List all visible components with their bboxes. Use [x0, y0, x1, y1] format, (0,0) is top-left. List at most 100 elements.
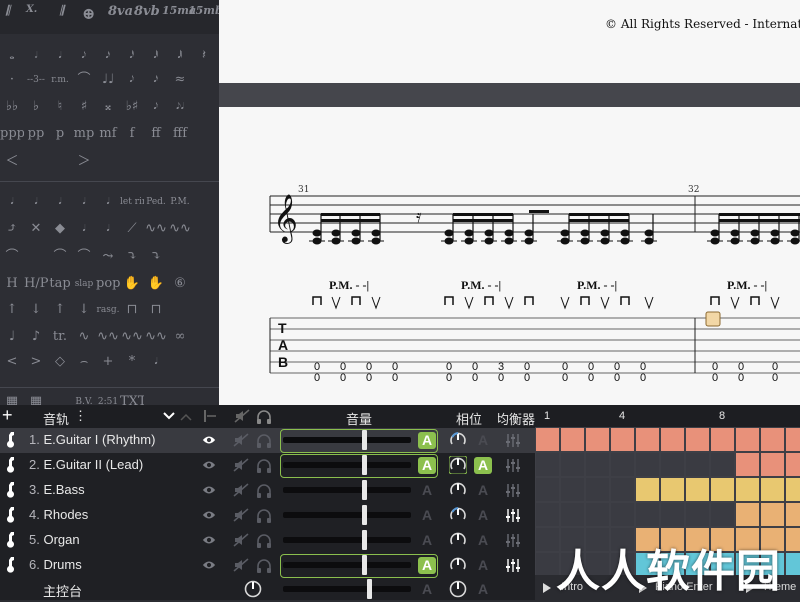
volume-automation-toggle[interactable]: A [418, 507, 436, 524]
track-name[interactable]: 5. Organ [29, 532, 80, 547]
palette-symbol[interactable]: pp [24, 124, 48, 144]
master-automation-toggle[interactable]: A [418, 581, 436, 598]
bar-cell[interactable] [711, 478, 734, 501]
volume-automation-toggle[interactable]: A [418, 557, 436, 574]
palette-symbol[interactable]: 𝅘𝅥 [96, 192, 120, 212]
bar-cell[interactable] [761, 453, 784, 476]
volume-fader[interactable] [283, 430, 411, 450]
master-volume-fader[interactable] [283, 579, 411, 599]
palette-symbol[interactable]: ≈ [168, 70, 192, 90]
palette-symbol[interactable]: ♭♯ [120, 97, 144, 117]
arranger-track-row[interactable] [535, 502, 800, 526]
palette-symbol[interactable]: 15mb [188, 4, 219, 17]
bar-cell[interactable] [761, 503, 784, 526]
bar-cell[interactable] [611, 478, 634, 501]
track-row[interactable]: 6. Drums A A [0, 553, 535, 578]
bar-cell[interactable] [611, 453, 634, 476]
eq-sliders-icon[interactable] [505, 558, 521, 573]
palette-symbol[interactable]: ▦ [0, 392, 24, 405]
palette-symbol[interactable]: ∿ [72, 327, 96, 347]
palette-symbol[interactable]: 𝅘𝅥𝅰 [120, 46, 144, 66]
bar-cell[interactable] [786, 528, 800, 551]
palette-symbol[interactable]: > [24, 352, 48, 372]
bar-cell[interactable] [786, 428, 800, 451]
solo-headphones-icon[interactable] [256, 483, 272, 499]
palette-symbol[interactable]: ◆ [48, 219, 72, 239]
bar-cell[interactable] [736, 428, 759, 451]
palette-symbol[interactable]: 𝅗𝅥 [24, 46, 48, 66]
palette-symbol[interactable]: fff [168, 124, 192, 144]
palette-symbol[interactable]: ♩♩ [96, 70, 120, 90]
palette-symbol[interactable]: 8vb [134, 4, 160, 19]
palette-symbol[interactable]: ⌒ [72, 70, 96, 90]
pan-knob[interactable] [449, 481, 467, 499]
play-icon[interactable] [543, 583, 551, 593]
bar-cell[interactable] [586, 428, 609, 451]
palette-symbol[interactable]: ♮ [48, 97, 72, 117]
instrument-view-icon[interactable] [203, 409, 217, 423]
volume-automation-toggle[interactable]: A [418, 532, 436, 549]
track-row[interactable]: 3. E.Bass A A [0, 478, 535, 503]
track-name[interactable]: 4. Rhodes [29, 507, 88, 522]
bar-cell[interactable] [536, 478, 559, 501]
bar-cell[interactable] [761, 428, 784, 451]
bar-cell[interactable] [586, 478, 609, 501]
track-name[interactable]: 6. Drums [29, 557, 82, 572]
palette-symbol[interactable]: ⟋ [120, 219, 144, 239]
palette-symbol[interactable]: ∿∿ [96, 327, 120, 347]
bar-cell[interactable] [736, 453, 759, 476]
palette-symbol[interactable]: 𝅘𝅥 [96, 219, 120, 239]
palette-symbol[interactable]: mf [96, 124, 120, 144]
palette-symbol[interactable]: ∿∿ [144, 219, 168, 239]
palette-symbol[interactable]: H [0, 274, 24, 294]
volume-automation-toggle[interactable]: A [418, 457, 436, 474]
palette-symbol[interactable]: ◇ [48, 352, 72, 372]
mute-icon[interactable] [233, 533, 249, 547]
bar-cell[interactable] [736, 503, 759, 526]
palette-symbol[interactable]: ♭ [24, 97, 48, 117]
palette-symbol[interactable]: ↑ [48, 300, 72, 320]
palette-symbol[interactable]: ♭♭ [0, 97, 24, 117]
palette-symbol[interactable]: tap [48, 274, 72, 294]
master-pan-automation[interactable]: A [474, 581, 492, 598]
palette-symbol[interactable]: ✋ [144, 274, 168, 294]
pan-knob[interactable] [449, 506, 467, 524]
palette-symbol[interactable]: 𝅘𝅥 [48, 46, 72, 66]
palette-symbol[interactable]: 𝅘𝅥 [48, 192, 72, 212]
palette-symbol[interactable]: ⊓ [144, 300, 168, 320]
pan-knob[interactable] [449, 556, 467, 574]
eq-sliders-icon[interactable] [505, 508, 521, 523]
palette-symbol[interactable]: ♯ [72, 97, 96, 117]
bar-cell[interactable] [736, 478, 759, 501]
volume-automation-toggle[interactable]: A [418, 432, 436, 449]
palette-symbol[interactable]: 𝅘𝅥𝅲 [168, 46, 192, 66]
bar-cell[interactable] [636, 428, 659, 451]
bar-cell[interactable] [561, 478, 584, 501]
mute-icon[interactable] [233, 433, 249, 447]
palette-symbol[interactable]: ⤵ [144, 247, 168, 267]
bar-cell[interactable] [661, 503, 684, 526]
solo-headphones-icon[interactable] [256, 533, 272, 549]
volume-fader[interactable] [283, 480, 411, 500]
palette-symbol[interactable]: let ring [120, 192, 144, 212]
bar-cell[interactable] [786, 553, 800, 576]
volume-fader[interactable] [283, 505, 411, 525]
visibility-eye-icon[interactable] [202, 483, 216, 497]
solo-headphones-icon[interactable] [256, 458, 272, 474]
palette-symbol[interactable]: slap [72, 274, 96, 294]
visibility-eye-icon[interactable] [202, 458, 216, 472]
palette-symbol[interactable]: --3-- [24, 70, 48, 90]
eq-sliders-icon[interactable] [505, 483, 521, 498]
bar-cell[interactable] [761, 478, 784, 501]
score-view[interactable]: © All Rights Reserved - International C … [219, 0, 800, 405]
chevron-down-icon[interactable] [163, 412, 175, 420]
pan-knob[interactable] [449, 456, 467, 474]
bar-cell[interactable] [686, 478, 709, 501]
pan-knob[interactable] [449, 431, 467, 449]
palette-symbol[interactable]: ↓ [24, 300, 48, 320]
bar-cell[interactable] [686, 428, 709, 451]
more-icon[interactable]: ⋮ [74, 408, 87, 424]
bar-cell[interactable] [661, 428, 684, 451]
bar-cell[interactable] [536, 428, 559, 451]
palette-symbol[interactable]: 𝅘𝅥𝅮 [72, 46, 96, 66]
